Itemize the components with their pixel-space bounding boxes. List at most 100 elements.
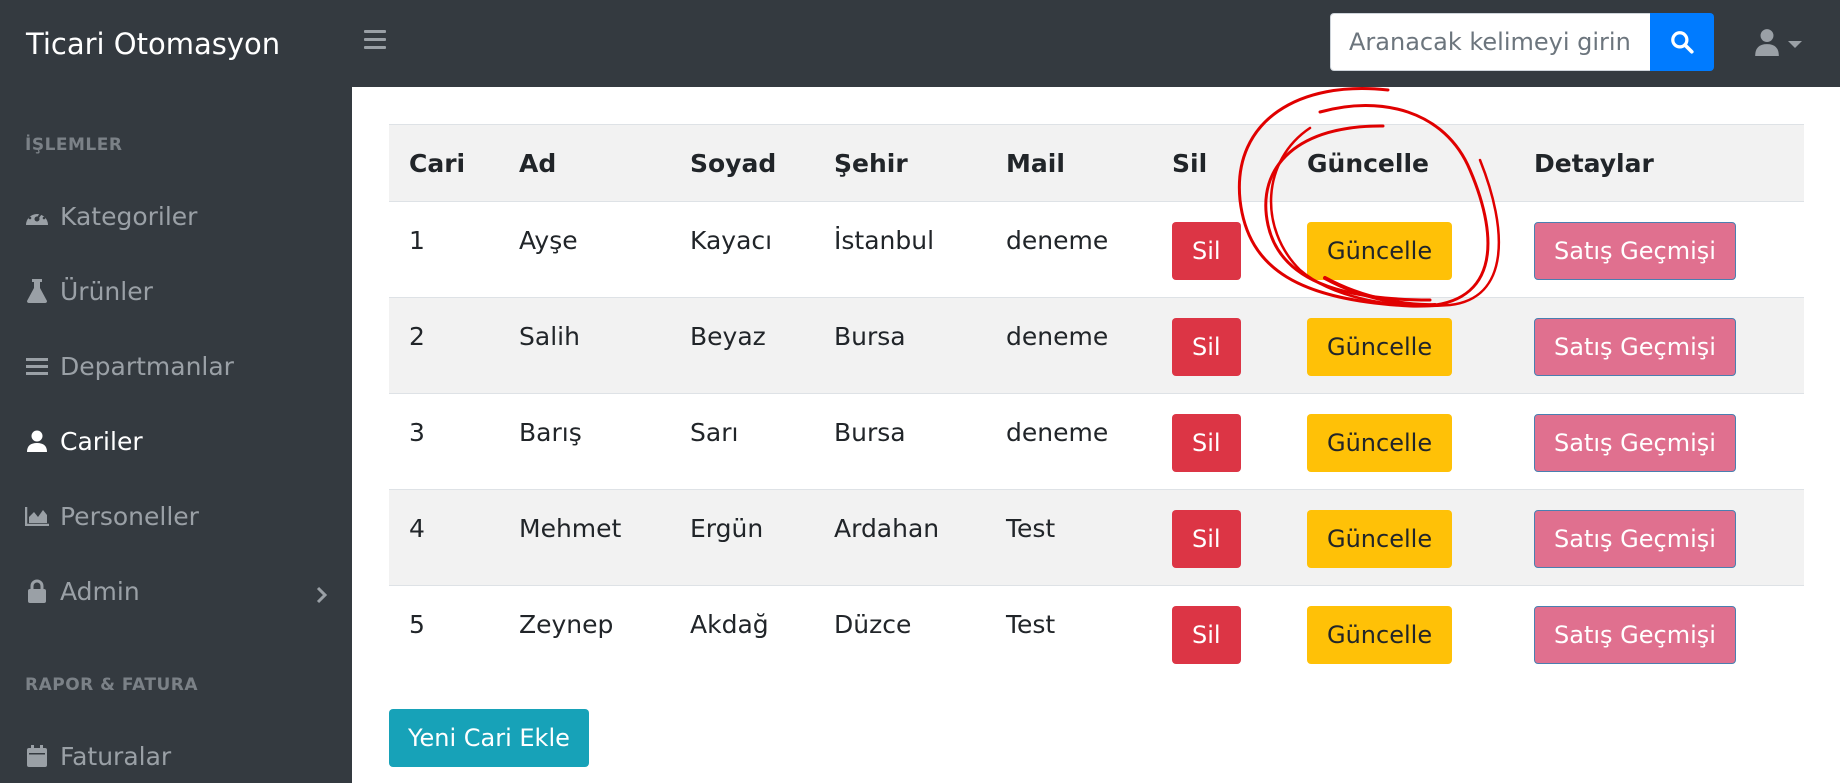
sidebar: İŞLEMLER Kategoriler Ürünler Departmanla…: [0, 87, 352, 783]
sidebar-item-admin[interactable]: Admin: [24, 569, 334, 613]
cell-sehir: Düzce: [814, 585, 986, 682]
cell-guncelle: Güncelle: [1287, 201, 1514, 298]
list-lines-icon: [24, 353, 50, 379]
cell-guncelle: Güncelle: [1287, 489, 1514, 586]
app-title[interactable]: Ticari Otomasyon: [0, 0, 352, 87]
lock-icon: [24, 578, 50, 604]
cell-sehir: Bursa: [814, 297, 986, 394]
cell-id: 4: [389, 489, 499, 586]
sidebar-section-islemler: İŞLEMLER: [25, 135, 123, 155]
column-header-guncelle: Güncelle: [1287, 124, 1514, 202]
dashboard-gauge-icon: [24, 203, 50, 229]
cell-sehir: Ardahan: [814, 489, 986, 586]
table-row: 2 Salih Beyaz Bursa deneme Sil Güncelle …: [389, 297, 1804, 394]
cell-detaylar: Satış Geçmişi: [1514, 489, 1804, 586]
table-row: 3 Barış Sarı Bursa deneme Sil Güncelle S…: [389, 393, 1804, 490]
add-customer-button[interactable]: Yeni Cari Ekle: [389, 709, 589, 767]
sidebar-item-urunler[interactable]: Ürünler: [24, 269, 334, 313]
cell-sil: Sil: [1152, 297, 1287, 394]
sidebar-item-label: Personeller: [60, 501, 199, 531]
cell-sil: Sil: [1152, 585, 1287, 682]
sidebar-item-label: Departmanlar: [60, 351, 234, 381]
customers-table: Cari Ad Soyad Şehir Mail Sil Güncelle De…: [389, 124, 1804, 682]
cell-guncelle: Güncelle: [1287, 393, 1514, 490]
main-content: Cari Ad Soyad Şehir Mail Sil Güncelle De…: [352, 87, 1840, 783]
cell-soyad: Kayacı: [670, 201, 814, 298]
cell-detaylar: Satış Geçmişi: [1514, 201, 1804, 298]
cell-id: 2: [389, 297, 499, 394]
cell-soyad: Akdağ: [670, 585, 814, 682]
sidebar-item-label: Cariler: [60, 426, 143, 456]
column-header-sehir: Şehir: [814, 124, 986, 202]
sales-history-button[interactable]: Satış Geçmişi: [1534, 318, 1736, 376]
column-header-sil: Sil: [1152, 124, 1287, 202]
sidebar-item-personeller[interactable]: Personeller: [24, 494, 334, 538]
cell-mail: deneme: [986, 297, 1152, 394]
user-menu[interactable]: [1754, 28, 1802, 56]
cell-detaylar: Satış Geçmişi: [1514, 393, 1804, 490]
sidebar-item-label: Ürünler: [60, 276, 153, 306]
cell-soyad: Sarı: [670, 393, 814, 490]
cell-detaylar: Satış Geçmişi: [1514, 297, 1804, 394]
table-row: 5 Zeynep Akdağ Düzce Test Sil Güncelle S…: [389, 585, 1804, 682]
cell-mail: Test: [986, 489, 1152, 586]
delete-button[interactable]: Sil: [1172, 510, 1241, 568]
update-button[interactable]: Güncelle: [1307, 222, 1453, 280]
delete-button[interactable]: Sil: [1172, 318, 1241, 376]
cell-sil: Sil: [1152, 393, 1287, 490]
cell-guncelle: Güncelle: [1287, 297, 1514, 394]
delete-button[interactable]: Sil: [1172, 222, 1241, 280]
cell-ad: Barış: [499, 393, 670, 490]
search-input[interactable]: [1330, 13, 1650, 71]
cell-sehir: İstanbul: [814, 201, 986, 298]
update-button[interactable]: Güncelle: [1307, 414, 1453, 472]
cell-id: 3: [389, 393, 499, 490]
update-button[interactable]: Güncelle: [1307, 318, 1453, 376]
sidebar-item-kategoriler[interactable]: Kategoriler: [24, 194, 334, 238]
sidebar-item-cariler[interactable]: Cariler: [24, 419, 334, 463]
calendar-icon: [24, 743, 50, 769]
cell-mail: deneme: [986, 393, 1152, 490]
delete-button[interactable]: Sil: [1172, 606, 1241, 664]
area-chart-icon: [24, 503, 50, 529]
sidebar-item-label: Kategoriler: [60, 201, 198, 231]
flask-icon: [24, 278, 50, 304]
cell-id: 1: [389, 201, 499, 298]
user-icon: [24, 428, 50, 454]
cell-ad: Mehmet: [499, 489, 670, 586]
cell-sil: Sil: [1152, 489, 1287, 586]
sales-history-button[interactable]: Satış Geçmişi: [1534, 510, 1736, 568]
sidebar-item-departmanlar[interactable]: Departmanlar: [24, 344, 334, 388]
sales-history-button[interactable]: Satış Geçmişi: [1534, 414, 1736, 472]
delete-button[interactable]: Sil: [1172, 414, 1241, 472]
table-header-row: Cari Ad Soyad Şehir Mail Sil Güncelle De…: [389, 124, 1804, 202]
column-header-ad: Ad: [499, 124, 670, 202]
sidebar-item-label: Faturalar: [60, 741, 172, 771]
table-row: 1 Ayşe Kayacı İstanbul deneme Sil Güncel…: [389, 201, 1804, 298]
cell-ad: Ayşe: [499, 201, 670, 298]
cell-sehir: Bursa: [814, 393, 986, 490]
column-header-mail: Mail: [986, 124, 1152, 202]
menu-toggle-icon[interactable]: [364, 30, 386, 52]
chevron-right-icon: [316, 581, 328, 610]
cell-mail: deneme: [986, 201, 1152, 298]
cell-soyad: Beyaz: [670, 297, 814, 394]
cell-guncelle: Güncelle: [1287, 585, 1514, 682]
column-header-detaylar: Detaylar: [1514, 124, 1804, 202]
sidebar-item-faturalar[interactable]: Faturalar: [24, 734, 334, 778]
update-button[interactable]: Güncelle: [1307, 606, 1453, 664]
update-button[interactable]: Güncelle: [1307, 510, 1453, 568]
sidebar-item-label: Admin: [60, 576, 140, 606]
table-row: 4 Mehmet Ergün Ardahan Test Sil Güncelle…: [389, 489, 1804, 586]
cell-ad: Salih: [499, 297, 670, 394]
sidebar-section-rapor-fatura: RAPOR & FATURA: [25, 675, 199, 695]
sales-history-button[interactable]: Satış Geçmişi: [1534, 222, 1736, 280]
search-bar: [1330, 13, 1714, 71]
cell-soyad: Ergün: [670, 489, 814, 586]
sales-history-button[interactable]: Satış Geçmişi: [1534, 606, 1736, 664]
column-header-soyad: Soyad: [670, 124, 814, 202]
chevron-down-icon: [1788, 40, 1802, 48]
search-button[interactable]: [1650, 13, 1714, 71]
cell-detaylar: Satış Geçmişi: [1514, 585, 1804, 682]
search-icon: [1671, 31, 1694, 54]
